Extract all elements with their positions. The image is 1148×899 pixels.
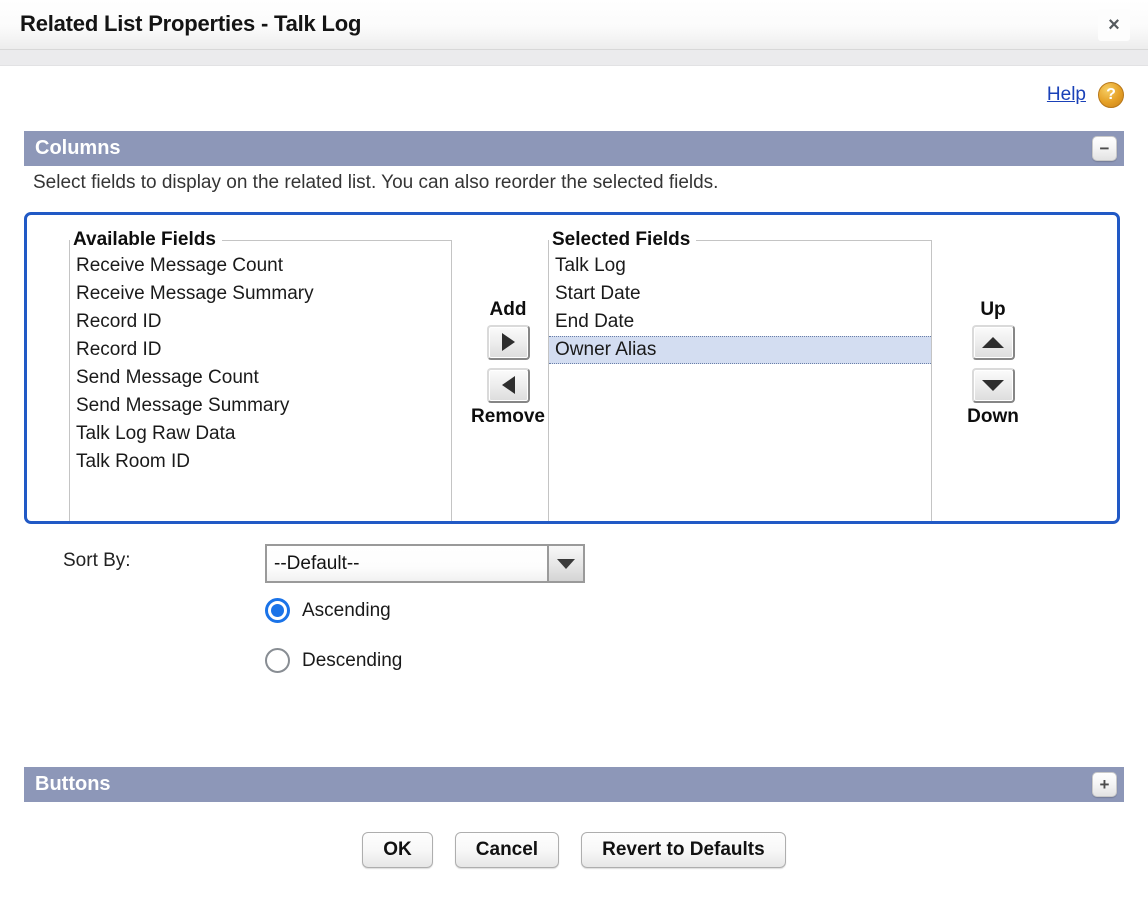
page-title: Related List Properties - Talk Log bbox=[20, 11, 362, 36]
add-remove-button-stack: Add Remove bbox=[469, 299, 547, 428]
selected-field-item[interactable]: Start Date bbox=[549, 280, 931, 308]
title-divider bbox=[0, 50, 1148, 66]
columns-section-description: Select fields to display on the related … bbox=[33, 172, 719, 193]
sort-by-select[interactable]: --Default-- bbox=[265, 544, 585, 583]
cancel-button[interactable]: Cancel bbox=[454, 832, 560, 868]
available-field-item[interactable]: Talk Room ID bbox=[70, 448, 451, 476]
collapse-minus-icon[interactable]: − bbox=[1092, 136, 1117, 161]
radio-descending-label: Descending bbox=[302, 649, 403, 671]
help-row: Help ? bbox=[1047, 82, 1124, 108]
close-icon[interactable]: × bbox=[1098, 9, 1130, 41]
buttons-section-header: Buttons + bbox=[24, 767, 1124, 802]
available-field-item[interactable]: Record ID bbox=[70, 336, 451, 364]
move-down-button[interactable] bbox=[971, 367, 1015, 403]
available-fields-legend: Available Fields bbox=[73, 229, 216, 250]
remove-label: Remove bbox=[471, 405, 545, 427]
available-fields-list[interactable]: Receive Message Count Receive Message Sum… bbox=[70, 251, 451, 476]
add-label: Add bbox=[489, 299, 527, 320]
move-up-button[interactable] bbox=[971, 324, 1015, 360]
revert-to-defaults-button[interactable]: Revert to Defaults bbox=[581, 832, 786, 868]
chevron-glyph bbox=[557, 558, 575, 569]
down-label: Down bbox=[967, 405, 1019, 427]
selected-fields-box: Selected Fields Talk Log Start Date End Da… bbox=[548, 229, 932, 521]
selected-fields-list[interactable]: Talk Log Start Date End Date Owner Alias bbox=[549, 251, 931, 364]
help-link[interactable]: Help bbox=[1047, 84, 1086, 106]
available-field-item[interactable]: Receive Message Summary bbox=[70, 280, 451, 308]
radio-descending-indicator[interactable] bbox=[265, 648, 290, 673]
chevron-down-icon[interactable] bbox=[547, 544, 585, 583]
available-field-item[interactable]: Send Message Count bbox=[70, 364, 451, 392]
arrow-up-icon bbox=[982, 336, 1004, 348]
available-fields-box: Available Fields Receive Message Count Re… bbox=[69, 229, 452, 521]
arrow-down-icon bbox=[982, 379, 1004, 391]
dialog-title-bar: Related List Properties - Talk Log × bbox=[0, 0, 1148, 50]
dialog-footer: OK Cancel Revert to Defaults bbox=[0, 832, 1148, 868]
buttons-section-title: Buttons bbox=[35, 773, 111, 795]
available-field-item[interactable]: Talk Log Raw Data bbox=[70, 420, 451, 448]
add-button[interactable] bbox=[486, 324, 530, 360]
ok-button[interactable]: OK bbox=[362, 832, 433, 868]
available-field-item[interactable]: Record ID bbox=[70, 308, 451, 336]
radio-ascending[interactable]: Ascending bbox=[265, 598, 391, 623]
up-label: Up bbox=[980, 299, 1006, 320]
up-down-button-stack: Up Down bbox=[949, 299, 1037, 428]
field-picker-panel: Available Fields Receive Message Count Re… bbox=[24, 212, 1120, 524]
sort-by-value[interactable]: --Default-- bbox=[265, 544, 547, 583]
selected-fields-legend: Selected Fields bbox=[552, 229, 691, 250]
columns-section-title: Columns bbox=[35, 137, 121, 159]
selected-field-item[interactable]: End Date bbox=[549, 308, 931, 336]
remove-button[interactable] bbox=[486, 367, 530, 403]
selected-field-item[interactable]: Owner Alias bbox=[549, 336, 931, 364]
expand-plus-icon[interactable]: + bbox=[1092, 772, 1117, 797]
available-field-item[interactable]: Send Message Summary bbox=[70, 392, 451, 420]
radio-ascending-label: Ascending bbox=[302, 599, 391, 621]
arrow-right-icon bbox=[501, 333, 515, 352]
available-field-item[interactable]: Receive Message Count bbox=[70, 252, 451, 280]
columns-section-header: Columns − bbox=[24, 131, 1124, 166]
question-mark-icon[interactable]: ? bbox=[1098, 82, 1124, 108]
radio-ascending-indicator[interactable] bbox=[265, 598, 290, 623]
sort-by-label: Sort By: bbox=[63, 550, 131, 571]
selected-field-item[interactable]: Talk Log bbox=[549, 252, 931, 280]
arrow-left-icon bbox=[501, 376, 515, 395]
radio-descending[interactable]: Descending bbox=[265, 648, 402, 673]
